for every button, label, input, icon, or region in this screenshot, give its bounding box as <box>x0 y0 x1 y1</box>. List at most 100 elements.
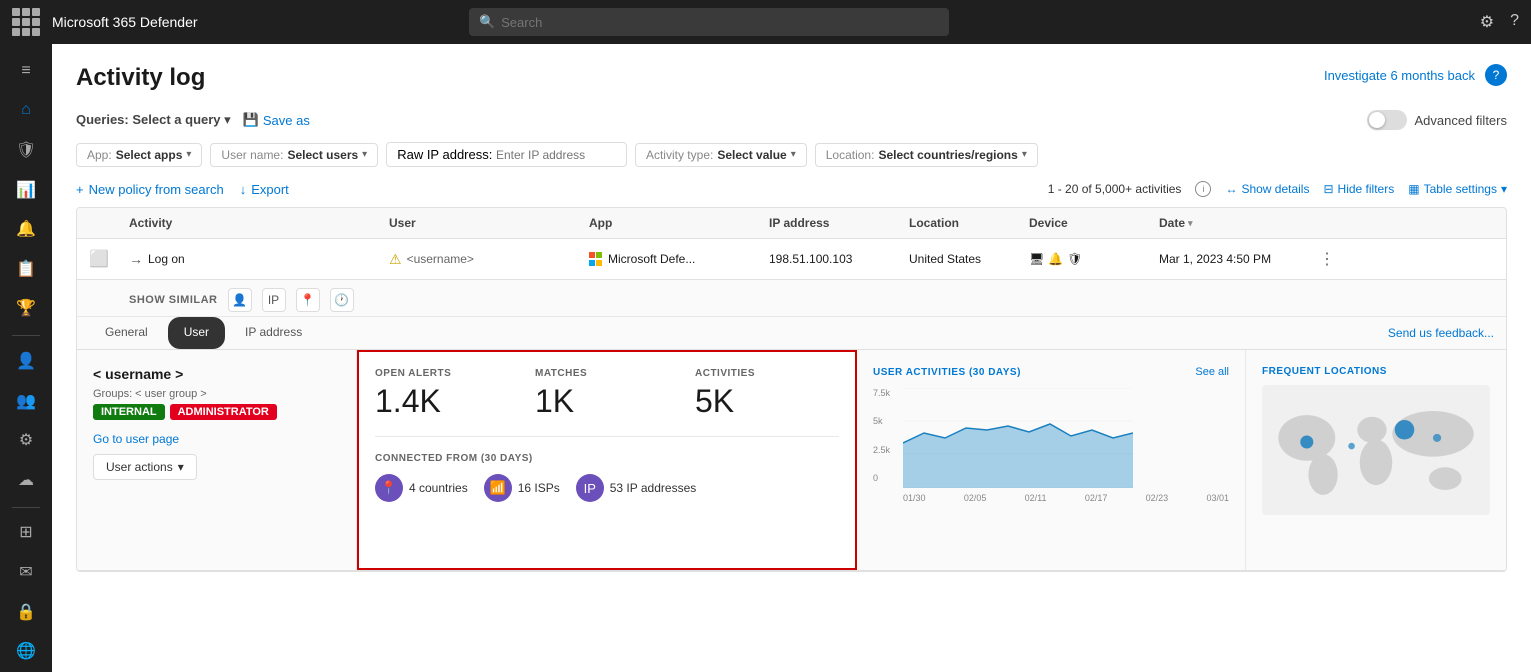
user-actions-button[interactable]: User actions ▾ <box>93 454 197 480</box>
tab-user[interactable]: User <box>168 317 225 349</box>
monitor-icon: 🖥 <box>1029 252 1044 266</box>
tab-general[interactable]: General <box>89 317 164 349</box>
apps-grid-icon[interactable] <box>12 8 40 36</box>
user-filter-chevron: ▾ <box>362 149 367 160</box>
sidebar-users-icon[interactable]: 👥 <box>6 382 46 420</box>
investigate-link[interactable]: Investigate 6 months back <box>1324 68 1475 83</box>
stats-top: OPEN ALERTS 1.4K MATCHES 1K ACTIVITIES 5… <box>375 368 839 437</box>
th-device[interactable]: Device <box>1029 216 1159 230</box>
stats-panel: OPEN ALERTS 1.4K MATCHES 1K ACTIVITIES 5… <box>357 350 857 570</box>
chart-panel: USER ACTIVITIES (30 DAYS) See all 7.5k 5… <box>857 350 1246 570</box>
header-actions: Investigate 6 months back ? <box>1324 64 1507 86</box>
app-filter[interactable]: App: Select apps ▾ <box>76 143 202 167</box>
td-row-menu[interactable]: ⋮ <box>1319 249 1349 269</box>
similar-location-icon[interactable]: 📍 <box>296 288 320 312</box>
help-icon[interactable]: ? <box>1510 12 1519 32</box>
help-button[interactable]: ? <box>1485 64 1507 86</box>
details-tabs: General User IP address Send us feedback… <box>77 317 1506 350</box>
sidebar-email-icon[interactable]: ✉ <box>6 553 46 591</box>
sidebar-bell-icon[interactable]: 🔔 <box>6 210 46 248</box>
info-icon[interactable]: i <box>1195 181 1211 197</box>
table-row[interactable]: ⬜ → Log on ⚠ <username> Microsoft Defe..… <box>77 239 1506 280</box>
similar-person-icon[interactable]: 👤 <box>228 288 252 312</box>
search-bar[interactable]: 🔍 <box>469 8 949 36</box>
details-row: SHOW SIMILAR 👤 IP 📍 🕐 General User IP ad… <box>77 280 1506 571</box>
sidebar-chart-icon[interactable]: 📊 <box>6 171 46 209</box>
th-activity[interactable]: Activity <box>129 216 389 230</box>
sidebar-apps-icon[interactable]: ⊞ <box>6 514 46 552</box>
similar-time-icon[interactable]: 🕐 <box>330 288 354 312</box>
sidebar-shield-icon[interactable]: 🛡 <box>6 131 46 169</box>
chart-area: 7.5k 5k 2.5k 0 <box>873 388 1229 503</box>
sidebar-user-icon[interactable]: 👤 <box>6 342 46 380</box>
world-map-svg <box>1262 385 1490 515</box>
sidebar-divider-2 <box>12 507 40 508</box>
new-policy-button[interactable]: + New policy from search <box>76 182 224 197</box>
ip-filter-input[interactable] <box>496 148 616 162</box>
sidebar-cloud-icon[interactable]: ☁ <box>6 461 46 499</box>
sidebar-file-icon[interactable]: 📋 <box>6 250 46 288</box>
queries-row: Queries: Select a query ▾ 💾 Save as Adva… <box>76 110 1507 130</box>
location-filter[interactable]: Location: Select countries/regions ▾ <box>815 143 1038 167</box>
ips-icon: IP <box>576 474 604 502</box>
show-details-button[interactable]: ↔ Show details <box>1225 182 1309 196</box>
page-title: Activity log <box>76 64 205 92</box>
toolbar-right: 1 - 20 of 5,000+ activities i ↔ Show det… <box>1048 181 1507 197</box>
th-ip[interactable]: IP address <box>769 216 909 230</box>
advanced-filters-toggle: Advanced filters <box>1367 110 1508 130</box>
ms-logo <box>589 252 603 266</box>
settings-icon[interactable]: ⚙ <box>1480 12 1494 32</box>
th-location[interactable]: Location <box>909 216 1029 230</box>
search-input[interactable] <box>501 15 939 30</box>
shield-device-icon: 🛡 <box>1067 252 1082 266</box>
see-all-link[interactable]: See all <box>1195 366 1229 378</box>
countries-icon: 📍 <box>375 474 403 502</box>
sidebar-home-icon[interactable]: ⌂ <box>6 92 46 130</box>
row-menu-icon[interactable]: ⋮ <box>1319 249 1335 269</box>
stat-open-alerts: OPEN ALERTS 1.4K <box>375 368 519 420</box>
chart-x-labels: 01/30 02/05 02/11 02/17 02/23 03/01 <box>903 493 1229 503</box>
export-button[interactable]: ↓ Export <box>240 182 289 197</box>
th-device-label: Device <box>1029 216 1068 230</box>
activity-type-icon: → <box>129 251 143 267</box>
sidebar-gear-icon[interactable]: ⚙ <box>6 421 46 459</box>
th-user-label: User <box>389 216 416 230</box>
sidebar-trophy-icon[interactable]: 🏆 <box>6 290 46 328</box>
td-ip: 198.51.100.103 <box>769 252 909 266</box>
user-filter-value: Select users <box>287 148 358 162</box>
similar-ip-icon[interactable]: IP <box>262 288 286 312</box>
countries-value: 4 countries <box>409 481 468 495</box>
sidebar-lock-icon[interactable]: 🔒 <box>6 593 46 631</box>
countries-item: 📍 4 countries <box>375 474 468 502</box>
th-user[interactable]: User <box>389 216 589 230</box>
table-settings-button[interactable]: ▦ Table settings ▾ <box>1408 182 1507 196</box>
ip-filter-label: Raw IP address: <box>397 147 492 162</box>
chart-y-labels: 7.5k 5k 2.5k 0 <box>873 388 901 483</box>
hide-filters-button[interactable]: ⊟ Hide filters <box>1323 182 1394 196</box>
th-date[interactable]: Date ▾ <box>1159 216 1319 230</box>
user-filter[interactable]: User name: Select users ▾ <box>210 143 378 167</box>
th-ip-label: IP address <box>769 216 829 230</box>
arrows-icon: ↔ <box>1225 182 1237 196</box>
go-to-user-link[interactable]: Go to user page <box>93 432 340 446</box>
activity-filter[interactable]: Activity type: Select value ▾ <box>635 143 807 167</box>
details-panels: < username > Groups: < user group > INTE… <box>77 350 1506 570</box>
matches-label: MATCHES <box>535 368 679 379</box>
save-as-button[interactable]: 💾 Save as <box>243 112 310 128</box>
th-activity-label: Activity <box>129 216 172 230</box>
chart-title: USER ACTIVITIES (30 DAYS) <box>873 367 1021 378</box>
results-count: 1 - 20 of 5,000+ activities <box>1048 182 1182 196</box>
toggle-thumb <box>1369 112 1385 128</box>
sidebar-globe-icon[interactable]: 🌐 <box>6 632 46 670</box>
td-row-icon: ⬜ <box>89 249 129 269</box>
plus-icon: + <box>76 182 84 197</box>
user-panel: < username > Groups: < user group > INTE… <box>77 350 357 570</box>
send-feedback-link[interactable]: Send us feedback... <box>1388 326 1494 340</box>
app-filter-label: App: <box>87 148 112 162</box>
th-app[interactable]: App <box>589 216 769 230</box>
activity-filter-value: Select value <box>717 148 786 162</box>
tab-ip-address[interactable]: IP address <box>229 317 318 349</box>
sidebar-hamburger-icon[interactable]: ≡ <box>6 52 46 90</box>
advanced-filters-toggle-switch[interactable] <box>1367 110 1407 130</box>
app-filter-chevron: ▾ <box>186 149 191 160</box>
